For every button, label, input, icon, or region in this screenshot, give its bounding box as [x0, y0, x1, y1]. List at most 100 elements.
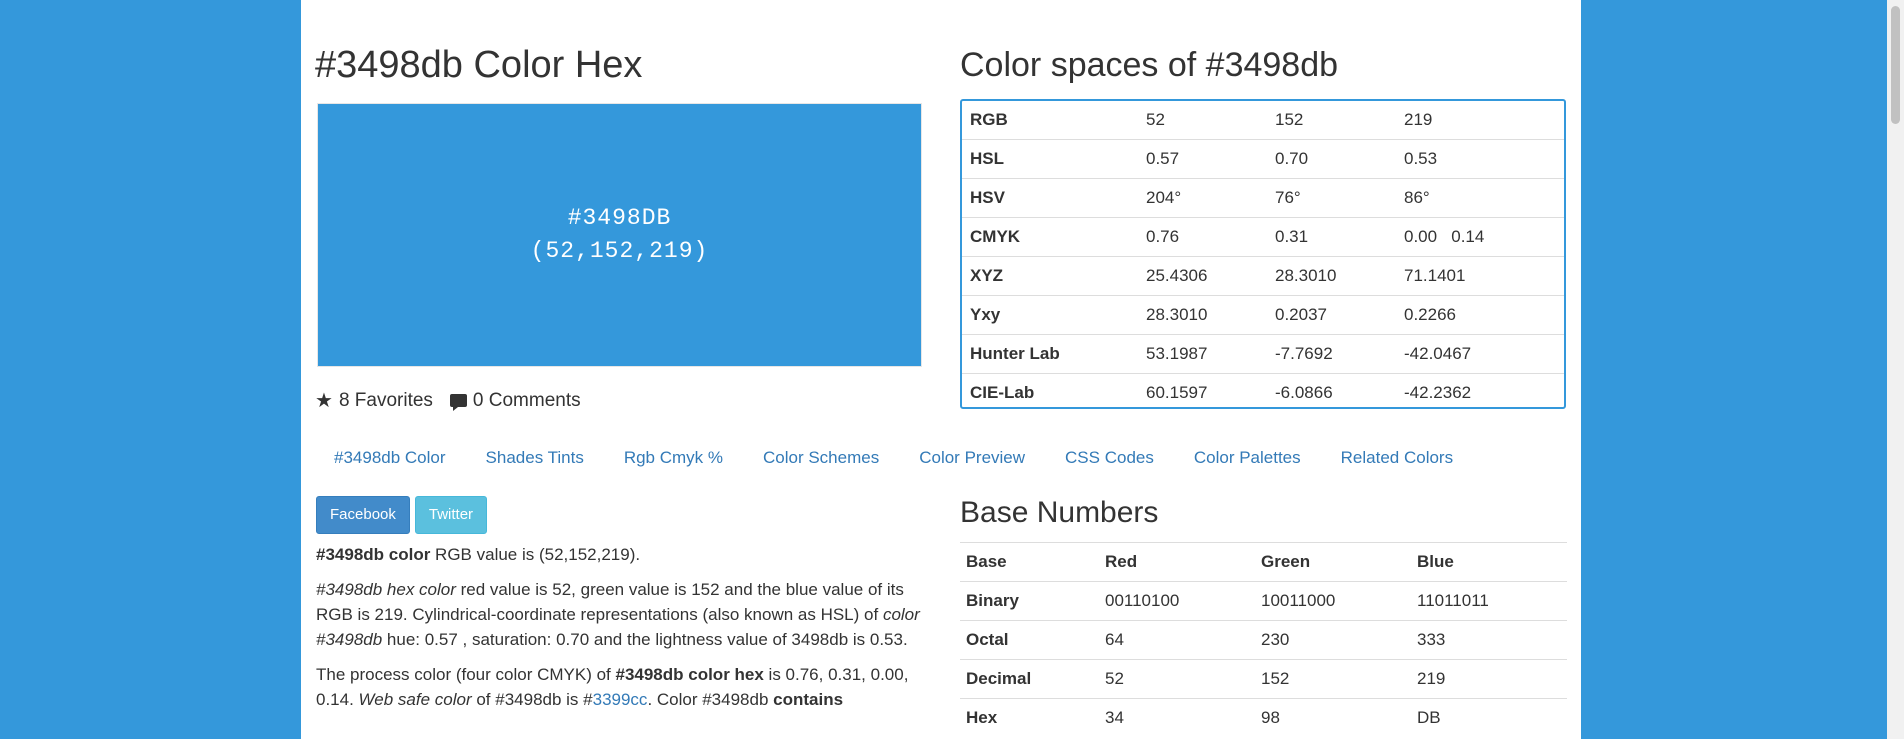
base-label: Hex [960, 698, 1099, 737]
space-value: 219 [1396, 101, 1564, 140]
tab-rgb-cmyk[interactable]: Rgb Cmyk % [624, 448, 723, 468]
table-row: Hunter Lab 53.1987 -7.7692 -42.0467 [962, 334, 1564, 374]
section-tabs: #3498db Color Shades Tints Rgb Cmyk % Co… [334, 448, 1493, 468]
color-description: #3498db color RGB value is (52,152,219).… [316, 542, 924, 722]
space-value: -42.2362 [1404, 383, 1472, 402]
desc-text: RGB value is (52,152,219). [430, 545, 641, 564]
space-label: CMYK [962, 217, 1138, 257]
table-row: CMYK 0.76 0.31 0.00 0.14 [962, 217, 1564, 257]
table-row: RGB 52 152 219 [962, 101, 1564, 140]
base-label: Binary [960, 581, 1099, 621]
space-value: 0.2266 [1396, 295, 1564, 335]
space-label: RGB [962, 101, 1138, 140]
column-header: Green [1255, 542, 1411, 582]
space-label: HSV [962, 178, 1138, 218]
base-value: 52 [1099, 659, 1255, 699]
space-value: 0.53 [1396, 139, 1564, 179]
base-label: Octal [960, 620, 1099, 660]
color-spaces-table: RGB 52 152 219 HSL 0.57 0.70 0.53 HSV 20… [960, 99, 1566, 409]
space-value: 60.1597 [1146, 383, 1208, 402]
space-value: 0.70 [1267, 139, 1396, 179]
web-safe-color-link[interactable]: 3399cc [593, 690, 648, 709]
base-value: 152 [1255, 659, 1411, 699]
space-label: Hunter Lab [962, 334, 1138, 374]
base-value: 333 [1411, 620, 1567, 660]
desc-bold: contains [773, 690, 844, 709]
base-value: 98 [1255, 698, 1411, 737]
base-value: 11011011 [1411, 581, 1567, 621]
space-value: 25.4306 [1138, 256, 1267, 296]
page-title: #3498db Color Hex [315, 44, 643, 86]
space-label: Yxy [962, 295, 1138, 335]
tab-color-schemes[interactable]: Color Schemes [763, 448, 879, 468]
meta-bar: ★ 8 Favorites 0 Comments [315, 388, 581, 413]
base-value: 64 [1099, 620, 1255, 660]
column-header: Blue [1411, 542, 1567, 582]
favorites-count[interactable]: 8 Favorites [339, 390, 433, 412]
base-value: 00110100 [1099, 581, 1255, 621]
space-label: HSL [962, 139, 1138, 179]
base-value: 230 [1255, 620, 1411, 660]
space-value: 28.3010 [1267, 256, 1396, 296]
space-value: 0.57 [1138, 139, 1267, 179]
base-numbers-title: Base Numbers [960, 496, 1159, 529]
table-row: Hex 34 98 DB [960, 698, 1567, 737]
desc-paragraph: #3498db color RGB value is (52,152,219). [316, 542, 924, 567]
space-value: 152 [1267, 101, 1396, 140]
tab-css-codes[interactable]: CSS Codes [1065, 448, 1154, 468]
tab-shades-tints[interactable]: Shades Tints [486, 448, 584, 468]
base-numbers-table: Base Red Green Blue Binary 00110100 1001… [960, 542, 1567, 737]
space-value: 28.3010 [1138, 295, 1267, 335]
comments-count[interactable]: 0 Comments [473, 390, 581, 412]
base-value: DB [1411, 698, 1567, 737]
star-icon[interactable]: ★ [315, 388, 333, 413]
desc-text: The process color (four color CMYK) of [316, 665, 616, 684]
space-value: 204° [1138, 178, 1267, 218]
space-label: XYZ [962, 256, 1138, 296]
space-value: 0.76 [1138, 217, 1267, 257]
vertical-scrollbar[interactable] [1887, 0, 1904, 739]
desc-text: hue: 0.57 , saturation: 0.70 and the lig… [382, 630, 908, 649]
share-buttons: Facebook Twitter [316, 496, 492, 534]
space-value: -42.0467 [1396, 334, 1564, 374]
table-row: Binary 00110100 10011000 11011011 [960, 581, 1567, 621]
scrollbar-thumb[interactable] [1891, 6, 1900, 124]
tab-color-preview[interactable]: Color Preview [919, 448, 1025, 468]
space-value: -7.7692 [1267, 334, 1396, 374]
tab-color[interactable]: #3498db Color [334, 448, 446, 468]
tab-color-palettes[interactable]: Color Palettes [1194, 448, 1301, 468]
table-header-row: Base Red Green Blue [960, 542, 1567, 582]
base-value: 219 [1411, 659, 1567, 699]
base-value: 10011000 [1255, 581, 1411, 621]
space-value: 71.1401 [1396, 256, 1564, 296]
space-value: 0.00 0.14 [1396, 217, 1564, 257]
table-row: Octal 64 230 333 [960, 620, 1567, 660]
table-row: XYZ 25.4306 28.3010 71.1401 [962, 256, 1564, 296]
table-row: HSV 204° 76° 86° [962, 178, 1564, 218]
twitter-button[interactable]: Twitter [414, 496, 488, 534]
space-label: CIE-Lab [970, 383, 1035, 402]
swatch-rgb: (52,152,219) [530, 238, 709, 264]
desc-bold: #3498db color [316, 545, 431, 564]
desc-italic: Web safe color [358, 690, 472, 709]
color-swatch: #3498DB (52,152,219) [317, 103, 922, 367]
desc-paragraph: The process color (four color CMYK) of #… [316, 662, 924, 712]
space-value: 52 [1138, 101, 1267, 140]
space-value: 53.1987 [1138, 334, 1267, 374]
space-value: 0.2037 [1267, 295, 1396, 335]
color-spaces-title: Color spaces of #3498db [960, 46, 1339, 84]
swatch-hex: #3498DB [567, 205, 672, 231]
desc-paragraph: #3498db hex color red value is 52, green… [316, 577, 924, 652]
comment-icon[interactable] [449, 394, 467, 411]
tab-related-colors[interactable]: Related Colors [1341, 448, 1453, 468]
desc-bold: #3498db color hex [615, 665, 764, 684]
table-row: CIE-Lab 60.1597 -6.0866 -42.2362 [962, 374, 1564, 408]
table-row: Decimal 52 152 219 [960, 659, 1567, 699]
base-value: 34 [1099, 698, 1255, 737]
space-value: -6.0866 [1275, 383, 1333, 402]
space-value: 76° [1267, 178, 1396, 218]
column-header: Base [960, 542, 1099, 582]
page-content: #3498db Color Hex #3498DB (52,152,219) ★… [301, 0, 1581, 739]
base-label: Decimal [960, 659, 1099, 699]
facebook-button[interactable]: Facebook [316, 496, 410, 534]
